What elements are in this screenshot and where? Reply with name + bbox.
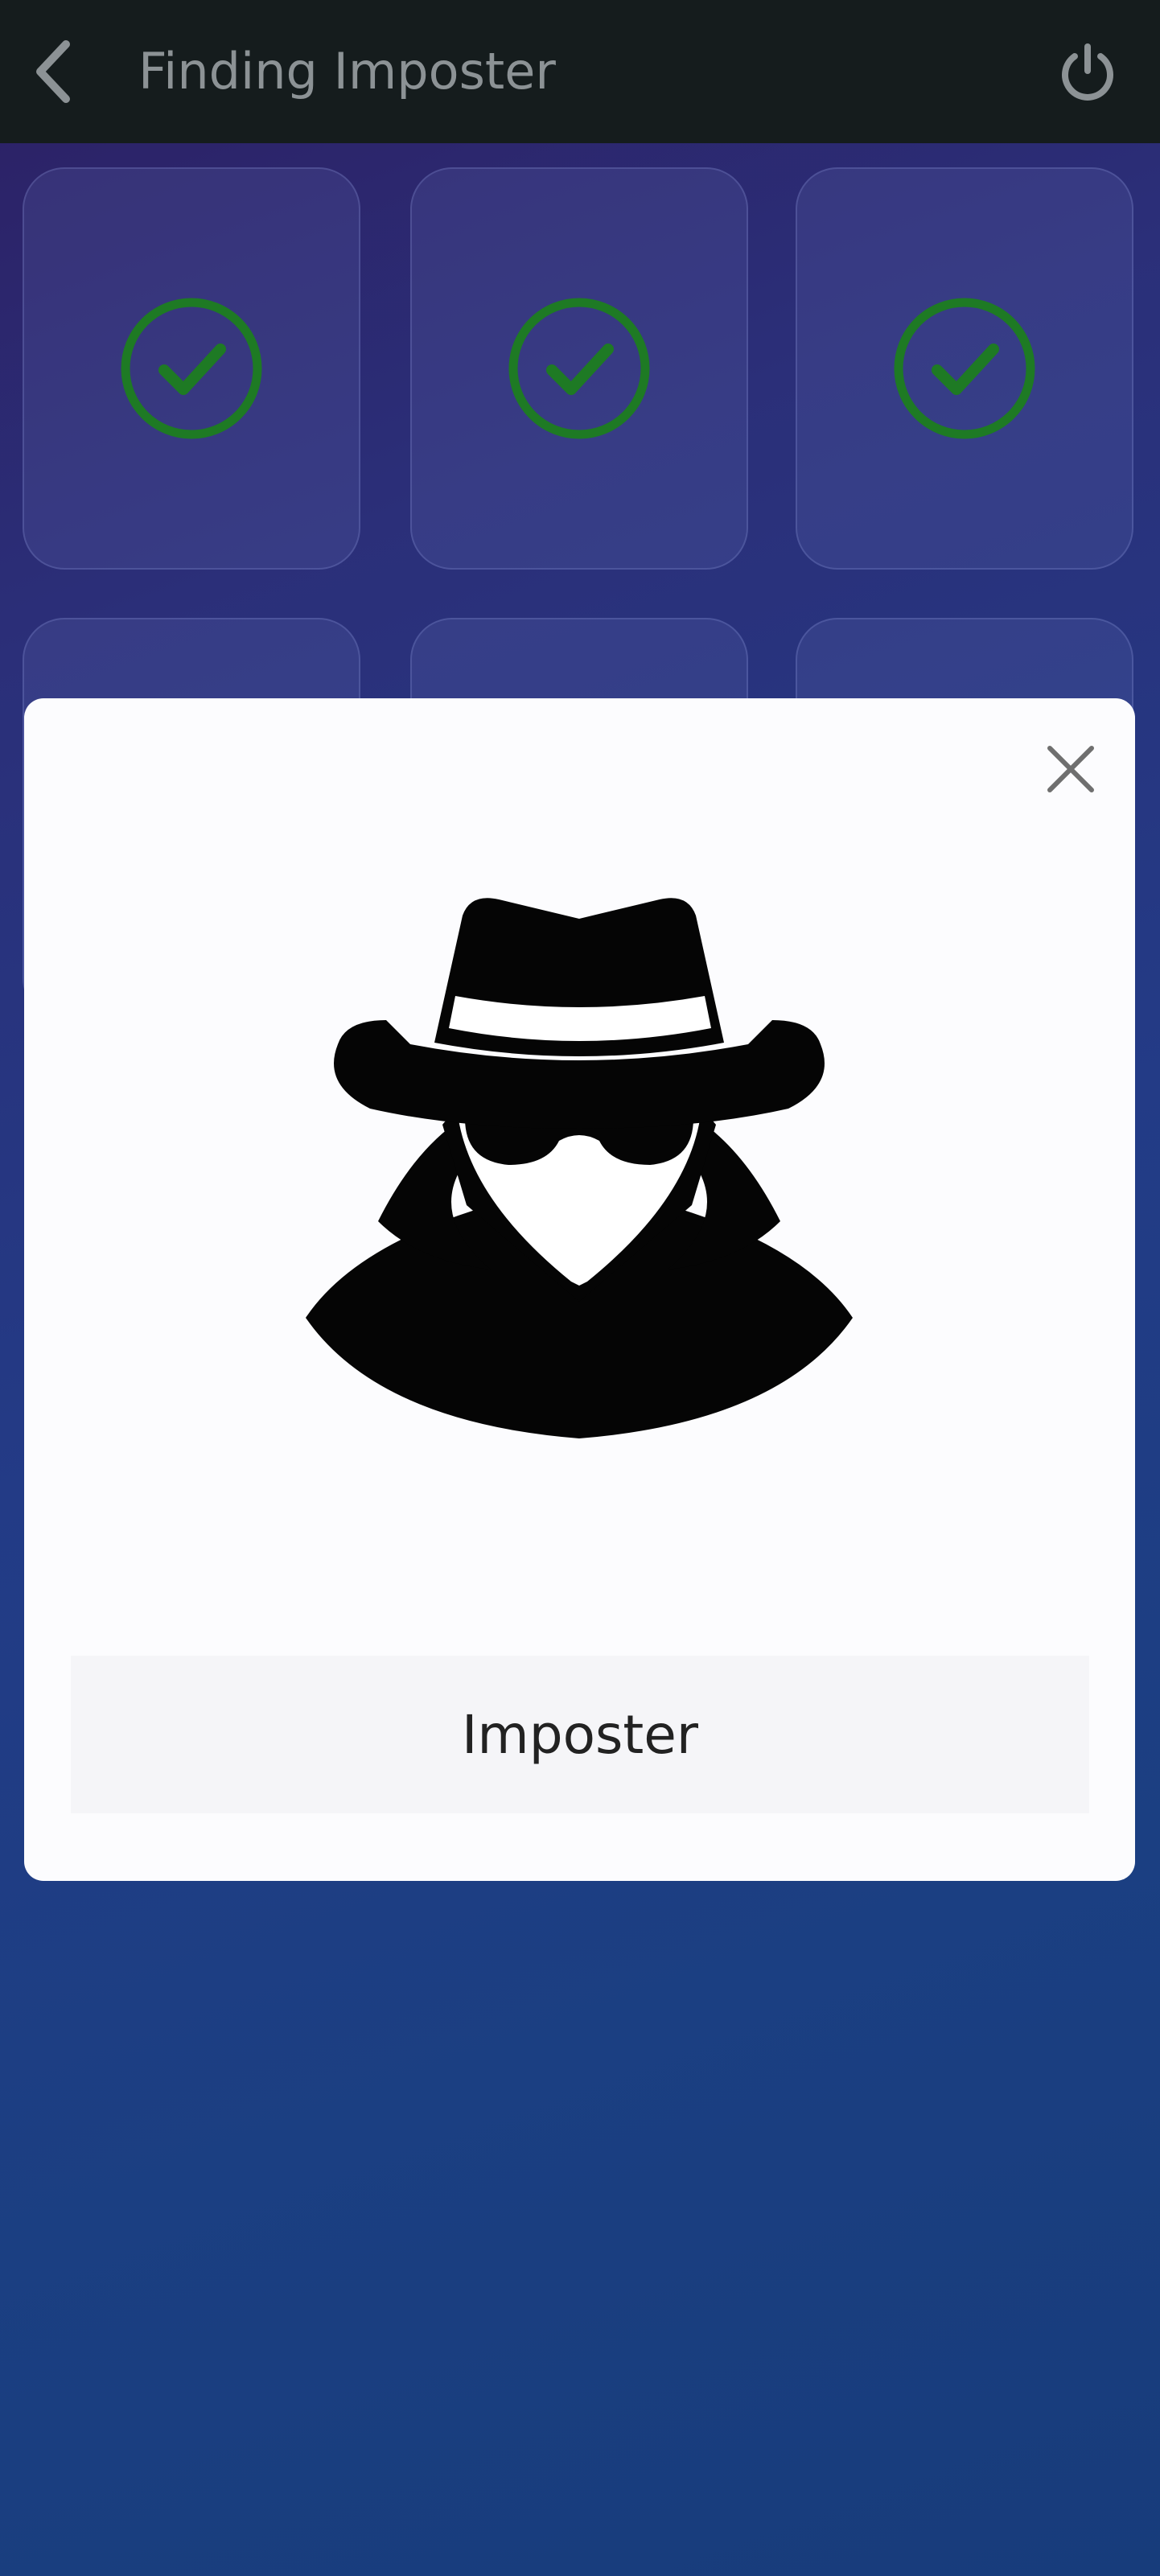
player-card[interactable] — [410, 167, 748, 570]
page-title: Finding Imposter — [138, 42, 556, 101]
back-button[interactable] — [21, 35, 88, 108]
check-circle-icon — [121, 298, 262, 439]
power-icon — [1062, 43, 1113, 101]
player-card[interactable] — [796, 167, 1133, 570]
role-label: Imposter — [71, 1656, 1089, 1813]
close-icon — [1047, 746, 1094, 792]
app-bar: Finding Imposter — [0, 0, 1160, 143]
chevron-left-icon — [36, 40, 70, 103]
player-card[interactable] — [23, 167, 360, 570]
check-circle-icon — [894, 298, 1035, 439]
close-button[interactable] — [1032, 730, 1109, 808]
spy-icon — [306, 898, 853, 1438]
power-button[interactable] — [1054, 39, 1121, 106]
role-reveal-dialog: Imposter — [24, 698, 1135, 1881]
check-circle-icon — [508, 298, 650, 439]
